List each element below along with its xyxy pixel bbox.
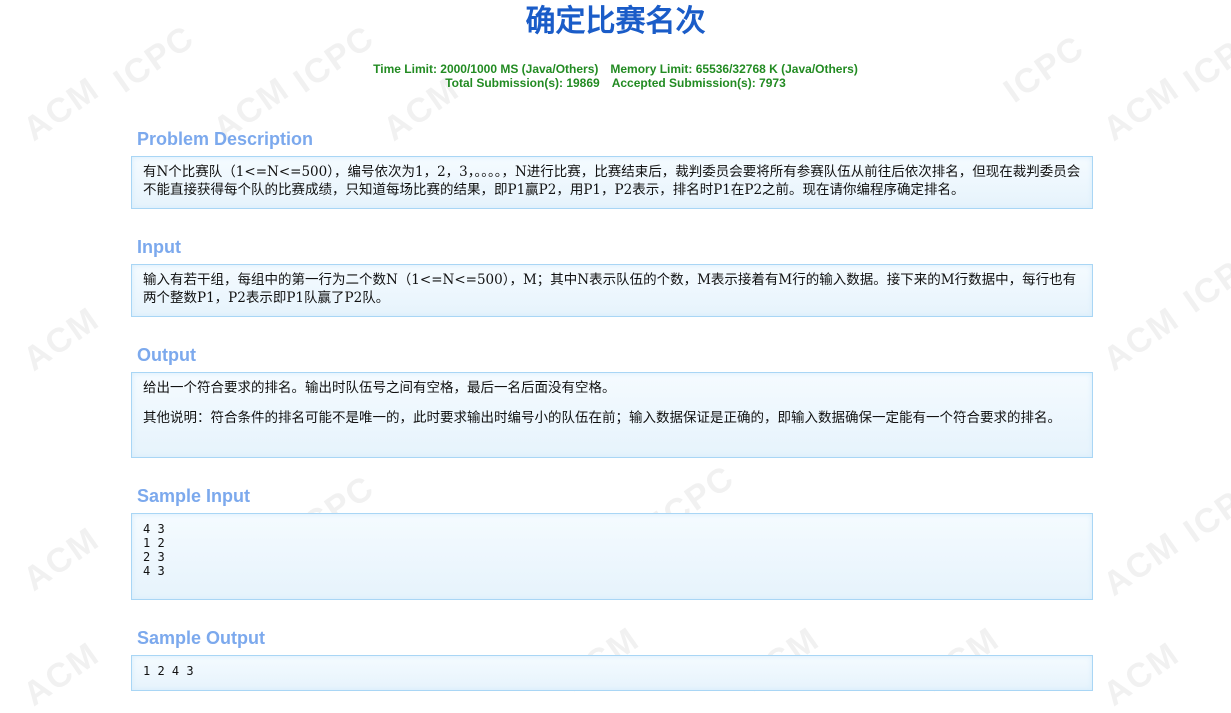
section-sample-input: Sample Input 4 3 1 2 2 3 4 3 [131,485,1093,600]
panel-input: 输入有若干组，每组中的第一行为二个数N（1<=N<=500），M；其中N表示队伍… [131,264,1093,317]
section-title-output: Output [137,345,196,365]
panel-sample-input: 4 3 1 2 2 3 4 3 [131,513,1093,600]
section-output: Output 给出一个符合要求的排名。输出时队伍号之间有空格，最后一名后面没有空… [131,344,1093,458]
input-text: 输入有若干组，每组中的第一行为二个数N（1<=N<=500），M；其中N表示队伍… [143,272,1077,306]
section-input: Input 输入有若干组，每组中的第一行为二个数N（1<=N<=500），M；其… [131,236,1093,317]
section-sample-output: Sample Output 1 2 4 3 [131,627,1093,691]
limits-line-1: Time Limit: 2000/1000 MS (Java/Others) Me… [0,62,1231,76]
problem-limits: Time Limit: 2000/1000 MS (Java/Others) Me… [0,62,1231,90]
section-title-sample-output: Sample Output [137,628,266,648]
section-title-description: Problem Description [137,129,314,149]
panel-output: 给出一个符合要求的排名。输出时队伍号之间有空格，最后一名后面没有空格。 其他说明… [131,372,1093,458]
memory-limit: Memory Limit: 65536/32768 K (Java/Others… [610,62,858,76]
section-title-input: Input [137,237,181,257]
panel-sample-output: 1 2 4 3 [131,655,1093,691]
section-description: Problem Description 有N个比赛队（1<=N<=500），编号… [131,128,1093,209]
output-text-1: 给出一个符合要求的排名。输出时队伍号之间有空格，最后一名后面没有空格。 [143,380,616,396]
time-limit: Time Limit: 2000/1000 MS (Java/Others) [373,62,599,76]
accepted-submissions: Accepted Submission(s): 7973 [611,76,786,90]
description-text: 有N个比赛队（1<=N<=500），编号依次为1，2，3，。。。。，N进行比赛，… [143,164,1081,198]
problem-page: 确定比赛名次 Time Limit: 2000/1000 MS (Java/Ot… [0,0,1231,691]
limits-line-2: Total Submission(s): 19869 Accepted Submi… [0,76,1231,90]
section-title-sample-input: Sample Input [137,486,251,506]
output-text-2: 其他说明：符合条件的排名可能不是唯一的，此时要求输出时编号小的队伍在前；输入数据… [143,410,1061,426]
problem-title: 确定比赛名次 [525,4,706,39]
panel-description: 有N个比赛队（1<=N<=500），编号依次为1，2，3，。。。。，N进行比赛，… [131,156,1093,209]
total-submissions: Total Submission(s): 19869 [445,76,600,90]
